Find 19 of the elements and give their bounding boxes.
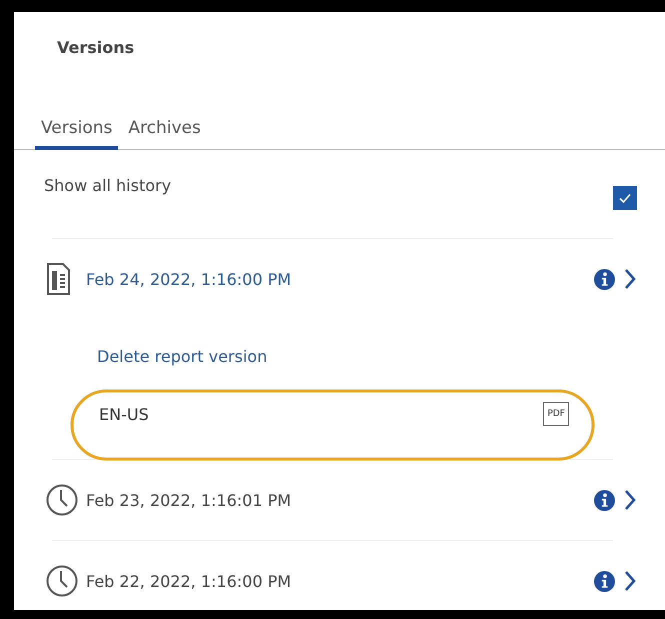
pdf-output-button[interactable]: PDF bbox=[543, 402, 569, 426]
info-icon[interactable] bbox=[594, 570, 615, 592]
show-all-history-label: Show all history bbox=[44, 176, 172, 197]
version-date-link[interactable]: Feb 24, 2022, 1:16:00 PM bbox=[86, 270, 292, 288]
delete-version-link[interactable]: Delete report version bbox=[14, 319, 665, 369]
chevron-right-icon[interactable] bbox=[623, 570, 637, 592]
version-date-link[interactable]: Feb 22, 2022, 1:16:00 PM bbox=[86, 572, 292, 590]
tab[interactable]: Archives bbox=[122, 114, 207, 150]
checkbox[interactable] bbox=[613, 186, 637, 210]
language-label: EN-US bbox=[99, 404, 149, 424]
chevron-right-icon[interactable] bbox=[623, 268, 637, 290]
info-icon[interactable] bbox=[594, 268, 615, 290]
version-date-link[interactable]: Feb 23, 2022, 1:16:01 PM bbox=[86, 490, 292, 510]
chevron-right-icon[interactable] bbox=[623, 489, 637, 511]
panel-title: Versions bbox=[56, 37, 136, 59]
clock-icon bbox=[46, 565, 78, 597]
clock-icon bbox=[46, 484, 78, 516]
tab[interactable]: Versions bbox=[35, 114, 118, 150]
info-icon[interactable] bbox=[594, 490, 615, 510]
